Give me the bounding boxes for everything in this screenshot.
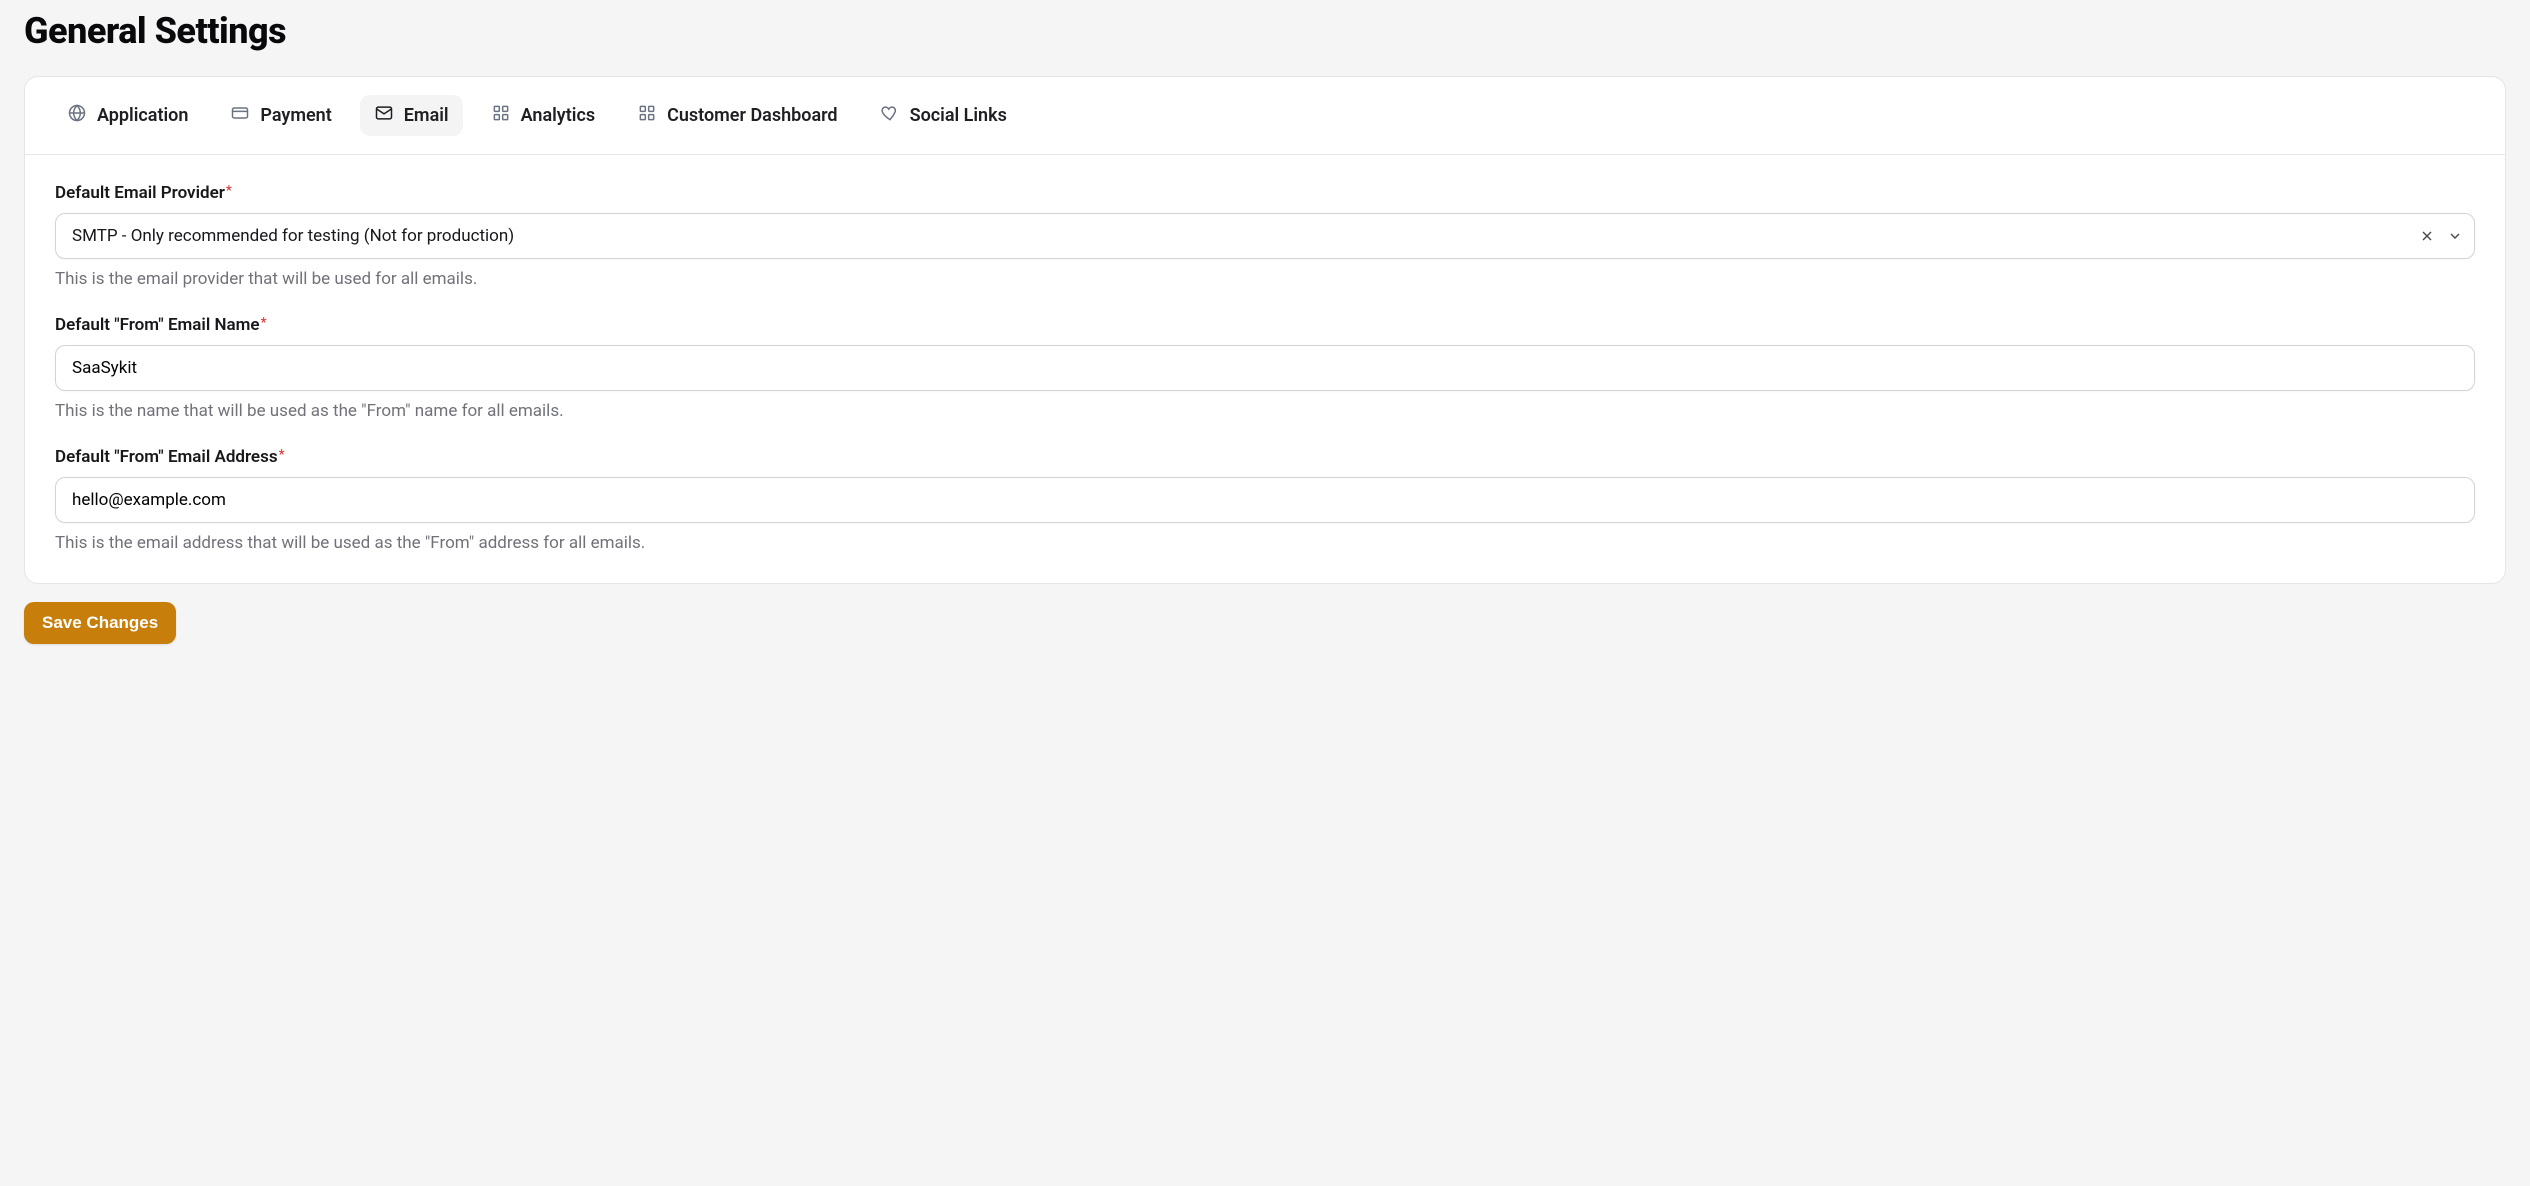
tab-label: Payment <box>260 105 331 126</box>
grid-icon <box>491 103 511 128</box>
envelope-icon <box>374 103 394 128</box>
tab-label: Analytics <box>521 105 596 126</box>
provider-select-value[interactable]: SMTP - Only recommended for testing (Not… <box>55 213 2475 259</box>
tab-analytics[interactable]: Analytics <box>477 95 610 136</box>
clear-icon[interactable] <box>2417 226 2437 246</box>
settings-panel: Application Payment Email Analytics Cust <box>24 76 2506 584</box>
from-name-input[interactable] <box>55 345 2475 391</box>
save-button[interactable]: Save Changes <box>24 602 176 644</box>
tab-payment[interactable]: Payment <box>216 95 345 136</box>
dashboard-icon <box>637 103 657 128</box>
tab-label: Application <box>97 105 188 126</box>
page-title: General Settings <box>24 10 2506 52</box>
card-icon <box>230 103 250 128</box>
tabs-bar: Application Payment Email Analytics Cust <box>25 77 2505 155</box>
email-form: Default Email Provider* SMTP - Only reco… <box>25 155 2505 583</box>
tab-label: Customer Dashboard <box>667 105 837 126</box>
field-email-provider: Default Email Provider* SMTP - Only reco… <box>55 183 2475 289</box>
required-indicator: * <box>279 447 285 463</box>
required-indicator: * <box>226 183 232 199</box>
from-name-helper: This is the name that will be used as th… <box>55 401 2475 421</box>
globe-icon <box>67 103 87 128</box>
tab-label: Email <box>404 105 449 126</box>
field-from-address: Default "From" Email Address* This is th… <box>55 447 2475 553</box>
required-indicator: * <box>261 315 267 331</box>
tab-application[interactable]: Application <box>53 95 202 136</box>
from-name-label: Default "From" Email Name <box>55 315 260 335</box>
from-address-input[interactable] <box>55 477 2475 523</box>
field-from-name: Default "From" Email Name* This is the n… <box>55 315 2475 421</box>
provider-label: Default Email Provider <box>55 183 225 203</box>
from-address-label: Default "From" Email Address <box>55 447 278 467</box>
heart-icon <box>880 103 900 128</box>
provider-select[interactable]: SMTP - Only recommended for testing (Not… <box>55 213 2475 259</box>
from-address-helper: This is the email address that will be u… <box>55 533 2475 553</box>
tab-label: Social Links <box>910 105 1007 126</box>
select-controls <box>2417 226 2465 246</box>
provider-helper: This is the email provider that will be … <box>55 269 2475 289</box>
chevron-down-icon[interactable] <box>2445 226 2465 246</box>
tab-social-links[interactable]: Social Links <box>866 95 1021 136</box>
tab-email[interactable]: Email <box>360 95 463 136</box>
tab-customer-dashboard[interactable]: Customer Dashboard <box>623 95 851 136</box>
